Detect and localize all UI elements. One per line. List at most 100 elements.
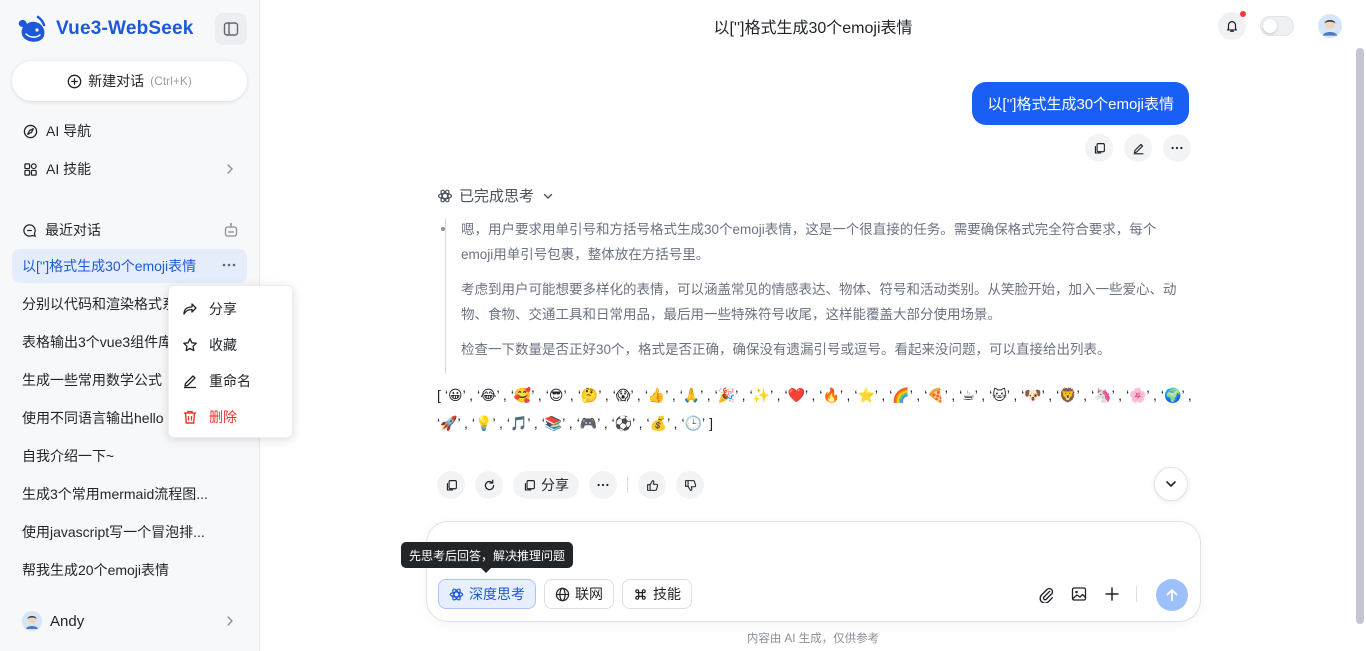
thinking-content: 嗯，用户要求用单引号和方括号格式生成30个emoji表情，这是一个很直接的任务。… (445, 218, 1180, 374)
menu-label: 重命名 (209, 373, 251, 389)
emoji-token: ‘🤔’ , (577, 387, 609, 403)
menu-item-share[interactable]: 分享 (169, 292, 294, 326)
emoji-token: ‘🎮’ , (576, 415, 608, 431)
more-button[interactable] (1163, 134, 1191, 162)
nav-item-ai-skills[interactable]: AI 技能 (12, 152, 247, 186)
collapse-sidebar-button[interactable] (215, 13, 247, 45)
new-chat-label: 新建对话 (88, 73, 145, 89)
deep-think-label: 深度思考 (469, 586, 525, 602)
attach-button[interactable] (1036, 584, 1056, 604)
whale-logo-icon (18, 15, 46, 42)
avatar (22, 611, 42, 631)
copy-icon (524, 479, 535, 491)
chevron-right-icon (227, 616, 233, 626)
dislike-button[interactable] (676, 471, 704, 499)
emoji-token: ‘🐱’ , (989, 387, 1018, 403)
emoji-token: ‘☕’ , (959, 387, 986, 403)
chevron-right-icon (227, 164, 233, 174)
avatar[interactable] (1318, 14, 1342, 38)
notifications-button[interactable] (1218, 11, 1246, 40)
command-icon (633, 587, 648, 602)
conversation-item-active[interactable]: 以['']格式生成30个emoji表情 (12, 249, 247, 283)
emoji-token: ‘🦁’ , (1056, 387, 1088, 403)
web-search-label: 联网 (575, 586, 603, 602)
emoji-token: ‘✨’ , (749, 387, 781, 403)
message-composer[interactable] (426, 521, 1201, 622)
share-label: 分享 (541, 477, 569, 493)
user-name: Andy (50, 612, 85, 630)
skills-button[interactable]: 技能 (622, 579, 692, 609)
deep-think-toggle[interactable]: 深度思考 (438, 579, 536, 609)
refresh-icon (484, 479, 494, 490)
image-upload-button[interactable] (1069, 584, 1089, 604)
emoji-token: ‘⭐’ , (854, 387, 886, 403)
divider (627, 477, 628, 493)
like-button[interactable] (638, 471, 666, 499)
ai-disclaimer: 内容由 AI 生成，仅供参考 (746, 633, 880, 645)
more-button[interactable] (589, 471, 617, 499)
scroll-to-bottom-button[interactable] (1154, 467, 1188, 501)
add-button[interactable] (1102, 584, 1122, 604)
conversation-item[interactable]: 生成3个常用mermaid流程图... (12, 477, 247, 511)
nav-item-ai-navigation[interactable]: AI 导航 (12, 114, 247, 148)
emoji-token: ‘🌍’ , (1160, 387, 1192, 403)
emoji-token: ‘📚’ , (541, 415, 573, 431)
regenerate-button[interactable] (475, 471, 503, 499)
emoji-token: ‘⚽’ , (611, 415, 643, 431)
scrollbar[interactable] (1356, 48, 1364, 624)
theme-toggle[interactable] (1260, 16, 1294, 36)
share-button[interactable]: 分享 (513, 471, 579, 499)
emoji-token: ‘🦄’ , (1091, 387, 1122, 403)
emoji-token: ‘😱’ , (612, 387, 641, 403)
emoji-answer: [‘😀’ , ‘😂’ , ‘🥰’ , ‘😎’ , ‘🤔’ , ‘😱’ , ‘👍’ , ‘🙏’ … (437, 381, 1197, 437)
emoji-token: ‘🔥’ , (819, 387, 851, 403)
emoji-token: ‘😎’ , (545, 387, 574, 403)
user-profile-row[interactable]: Andy (12, 604, 247, 638)
robot-icon[interactable] (223, 222, 239, 238)
nav-label: AI 导航 (46, 123, 92, 139)
conversation-title: 使用javascript写一个冒泡排... (22, 524, 205, 540)
emoji-token: ‘🌸’ , (1125, 387, 1157, 403)
send-button[interactable] (1156, 579, 1188, 611)
thinking-title: 已完成思考 (459, 188, 535, 205)
conversation-title: 表格输出3个vue3组件库 (22, 334, 173, 350)
conversation-item[interactable]: 使用javascript写一个冒泡排... (12, 515, 247, 549)
close-bracket: ] (709, 415, 713, 431)
plus-icon (1105, 587, 1119, 601)
chevron-down-icon (1166, 481, 1176, 488)
conversation-title: 使用不同语言输出hello (22, 410, 164, 426)
more-horizontal-icon (597, 483, 609, 487)
web-search-toggle[interactable]: 联网 (544, 579, 614, 609)
thinking-paragraph: 考虑到用户可能想要多样化的表情，可以涵盖常见的情感表达、物体、符号和活动类别。从… (461, 282, 1177, 322)
share-icon (182, 301, 200, 317)
compass-icon (22, 123, 38, 139)
conversation-item[interactable]: 帮我生成20个emoji表情 (12, 553, 247, 587)
menu-item-rename[interactable]: 重命名 (169, 364, 294, 398)
emoji-token: ‘💰’ , (646, 415, 678, 431)
conversation-title: 自我介绍一下~ (22, 448, 115, 464)
trash-icon (182, 409, 200, 425)
menu-item-delete[interactable]: 删除 (169, 400, 294, 434)
skills-label: 技能 (653, 586, 681, 602)
emoji-token: ‘😀’ , (444, 387, 473, 403)
image-icon (1071, 587, 1087, 601)
conversation-item[interactable]: 自我介绍一下~ (12, 439, 247, 473)
recent-label: 最近对话 (45, 222, 101, 238)
more-horizontal-icon[interactable] (221, 257, 237, 273)
sidebar-toggle-icon (223, 22, 239, 36)
conversation-title: 生成一些常用数学公式 (22, 372, 162, 388)
conversation-context-menu: 分享 收藏 重命名 删除 (168, 285, 293, 438)
copy-button[interactable] (1085, 134, 1113, 162)
thinking-toggle[interactable]: 已完成思考 (437, 185, 554, 206)
copy-button[interactable] (437, 471, 465, 499)
new-chat-button[interactable]: 新建对话 (Ctrl+K) (12, 61, 247, 101)
menu-item-favorite[interactable]: 收藏 (169, 328, 294, 362)
user-message-bubble: 以['']格式生成30个emoji表情 (972, 82, 1189, 125)
emoji-token: ‘😂’ , (476, 387, 507, 403)
copy-icon (446, 479, 457, 491)
edit-button[interactable] (1124, 134, 1152, 162)
emoji-token: ‘🕒’ (681, 415, 706, 431)
paperclip-icon (1039, 587, 1053, 603)
emoji-token: ‘🌈’ , (889, 387, 921, 403)
conversation-title: 以['']格式生成30个emoji表情 (22, 258, 197, 274)
